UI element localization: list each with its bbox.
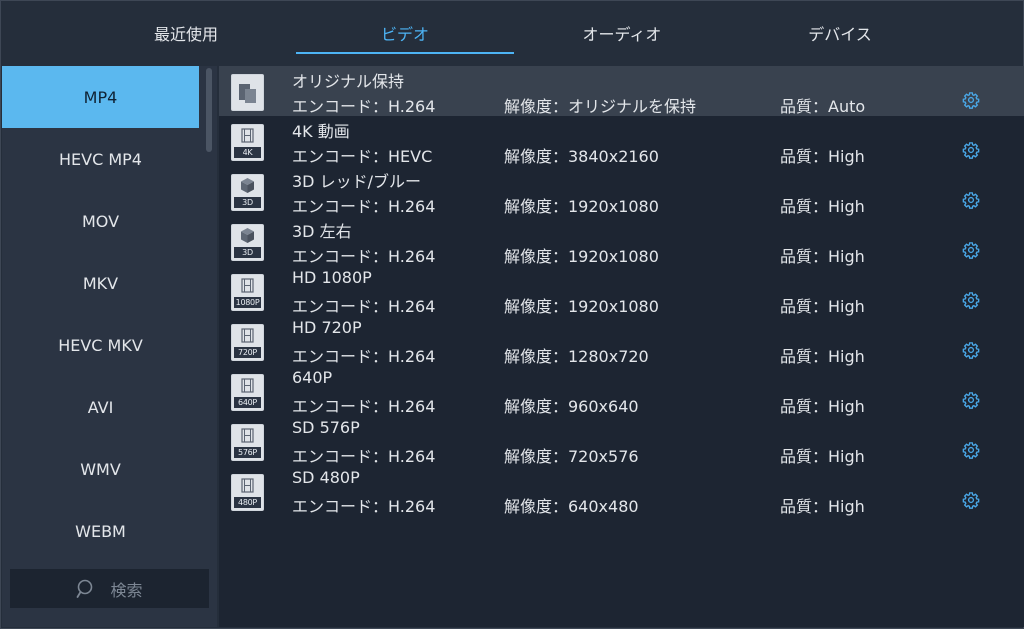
format-name: HD 720P [292, 318, 362, 337]
format-resolution: 解像度：3840x2160 [504, 147, 659, 166]
format-encode: エンコード：H.264 [292, 197, 436, 216]
format-row[interactable]: 1080P HD 1080P エンコード：H.264 解像度：1920x1080 品質：… [219, 266, 1024, 316]
sidebar-scrollbar[interactable] [206, 68, 212, 152]
gear-icon[interactable] [962, 491, 980, 509]
format-encode: エンコード：H.264 [292, 447, 436, 466]
cube-icon: 3D [231, 224, 264, 261]
format-name: SD 576P [292, 418, 360, 437]
gear-icon[interactable] [962, 441, 980, 459]
format-tag: 640P [234, 397, 261, 408]
format-row[interactable]: 576P SD 576P エンコード：H.264 解像度：720x576 品質：High [219, 416, 1024, 466]
format-row[interactable]: 4K 4K 動画エンコード：HEVC 解像度：3840x2160 品質：High [219, 116, 1024, 166]
sidebar-item-webm[interactable]: WEBM [2, 500, 199, 562]
film-icon: 480P [231, 474, 264, 511]
format-name: 3D レッド/ブルー [292, 172, 421, 191]
format-tag: 720P [234, 347, 261, 358]
format-encode: エンコード：H.264 [292, 297, 436, 316]
format-quality: 品質：High [780, 447, 865, 466]
format-quality: 品質：High [780, 347, 865, 366]
format-encode: エンコード：H.264 [292, 347, 436, 366]
format-encode: エンコード：H.264 [292, 247, 436, 266]
search-label: 検索 [110, 580, 143, 600]
category-tabs: 最近使用 ビデオ オーディオ デバイス [0, 0, 1024, 66]
format-row[interactable]: 640P 640P エンコード：H.264 解像度：960x640 品質：High [219, 366, 1024, 416]
format-encode: エンコード：H.264 [292, 497, 436, 516]
format-row[interactable]: 3D 3D レッド/ブルー エンコード：H.264 解像度：1920x1080 品質：H… [219, 166, 1024, 216]
format-name: HD 1080P [292, 268, 372, 287]
sidebar-item-mkv[interactable]: MKV [2, 252, 199, 314]
original-icon [231, 74, 264, 111]
sidebar-item-mp4[interactable]: MP4 [2, 66, 199, 128]
format-resolution: 解像度：720x576 [504, 447, 639, 466]
format-encode: エンコード：H.264 [292, 97, 436, 116]
gear-icon[interactable] [962, 341, 980, 359]
tab-video[interactable]: ビデオ [296, 0, 514, 66]
format-resolution: 解像度：オリジナルを保持 [504, 97, 697, 116]
format-sidebar: MP4 HEVC MP4 MOV MKV HEVC MKV AVI WMV WE… [2, 66, 217, 627]
film-icon: 576P [231, 424, 264, 461]
film-icon: 4K [231, 124, 264, 161]
format-resolution: 解像度：1920x1080 [504, 297, 659, 316]
format-name: 4K 動画 [292, 122, 350, 141]
format-tag: 3D [234, 197, 261, 208]
format-tag: 4K [234, 147, 261, 158]
format-resolution: 解像度：1920x1080 [504, 247, 659, 266]
format-encode: エンコード：HEVC [292, 147, 433, 166]
sidebar-item-hevc-mkv[interactable]: HEVC MKV [2, 314, 199, 376]
format-name: オリジナル保持 [292, 72, 405, 91]
format-name: SD 480P [292, 468, 360, 487]
tab-recent[interactable]: 最近使用 [86, 0, 286, 66]
tab-audio[interactable]: オーディオ [522, 0, 722, 66]
sidebar-item-wmv[interactable]: WMV [2, 438, 199, 500]
format-name: 640P [292, 368, 333, 387]
gear-icon[interactable] [962, 391, 980, 409]
format-quality: 品質：High [780, 247, 865, 266]
search-icon [76, 578, 96, 600]
format-tag: 1080P [234, 297, 261, 308]
format-row[interactable]: 3D 3D 左右エンコード：H.264 解像度：1920x1080 品質：High [219, 216, 1024, 266]
search-box[interactable]: 検索 [10, 569, 209, 608]
gear-icon[interactable] [962, 291, 980, 309]
format-quality: 品質：High [780, 147, 865, 166]
format-tag: 3D [234, 247, 261, 258]
film-icon: 1080P [231, 274, 264, 311]
format-row[interactable]: 480P SD 480P エンコード：H.264 解像度：640x480 品質：High [219, 466, 1024, 516]
format-row[interactable]: オリジナル保持エンコード：H.264 解像度：オリジナルを保持 品質：Auto [219, 66, 1024, 116]
sidebar-item-hevc-mp4[interactable]: HEVC MP4 [2, 128, 199, 190]
format-quality: 品質：High [780, 497, 865, 516]
format-quality: 品質：High [780, 197, 865, 216]
format-quality: 品質：High [780, 397, 865, 416]
gear-icon[interactable] [962, 191, 980, 209]
gear-icon[interactable] [962, 241, 980, 259]
sidebar-item-mov[interactable]: MOV [2, 190, 199, 252]
format-tag: 480P [234, 497, 261, 508]
format-resolution: 解像度：1280x720 [504, 347, 649, 366]
format-resolution: 解像度：1920x1080 [504, 197, 659, 216]
gear-icon[interactable] [962, 141, 980, 159]
format-encode: エンコード：H.264 [292, 397, 436, 416]
format-quality: 品質：Auto [780, 97, 866, 116]
tab-device[interactable]: デバイス [740, 0, 940, 66]
sidebar-item-avi[interactable]: AVI [2, 376, 199, 438]
format-name: 3D 左右 [292, 222, 352, 241]
film-icon: 640P [231, 374, 264, 411]
format-quality: 品質：High [780, 297, 865, 316]
format-tag: 576P [234, 447, 261, 458]
format-list: オリジナル保持 エンコード：H.264 解像度：オリジナルを保持 品質：Auto 4K 4… [219, 66, 1024, 627]
format-row[interactable]: 720P HD 720P エンコード：H.264 解像度：1280x720 品質：Hig… [219, 316, 1024, 366]
format-resolution: 解像度：640x480 [504, 497, 639, 516]
film-icon: 720P [231, 324, 264, 361]
cube-icon: 3D [231, 174, 264, 211]
gear-icon[interactable] [962, 91, 980, 109]
format-resolution: 解像度：960x640 [504, 397, 639, 416]
